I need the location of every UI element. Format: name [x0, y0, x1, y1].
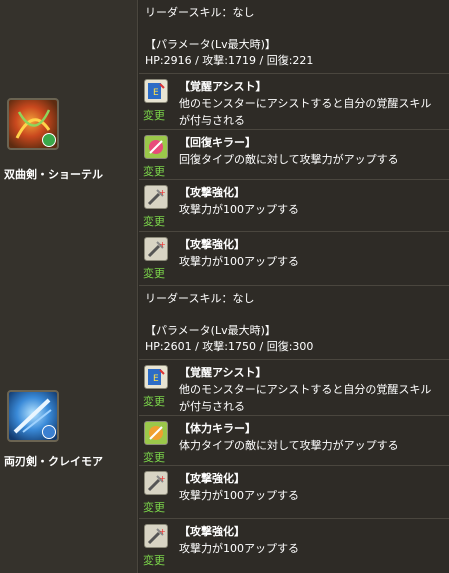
awakening-title: 【攻撃強化】 [179, 525, 245, 538]
svg-text:E: E [153, 88, 159, 98]
awakening-description: 【覚醒アシスト】 他のモンスターにアシストすると自分の覚醒スキル が付与される [179, 364, 431, 415]
awakening-description: 【回復キラー】 回復タイプの敵に対して攻撃力がアップする [179, 134, 399, 168]
change-button[interactable]: 変更 [143, 449, 165, 465]
change-button[interactable]: 変更 [143, 163, 165, 179]
change-button[interactable]: 変更 [143, 552, 165, 568]
water-attribute-icon [42, 425, 56, 439]
awakening-title: 【回復キラー】 [179, 136, 256, 149]
awakening-description: 【攻撃強化】 攻撃力が100アップする [179, 236, 299, 270]
awakening-title: 【攻撃強化】 [179, 238, 245, 251]
awakening-desc-text: 回復タイプの敵に対して攻撃力がアップする [179, 153, 399, 166]
awakening-row: + 変更 【攻撃強化】 攻撃力が100アップする [139, 466, 449, 519]
change-button[interactable]: 変更 [143, 265, 165, 281]
attack-boost-icon: + [144, 185, 168, 209]
awakening-row: E 変更 【覚醒アシスト】 他のモンスターにアシストすると自分の覚醒スキル が付… [139, 360, 449, 416]
params-values: HP:2601 / 攻撃:1750 / 回復:300 [145, 340, 314, 353]
awakening-desc-text: 他のモンスターにアシストすると自分の覚醒スキル が付与される [179, 97, 432, 127]
svg-text:+: + [159, 474, 166, 483]
change-button[interactable]: 変更 [143, 393, 165, 409]
awakening-title: 【覚醒アシスト】 [179, 366, 267, 379]
change-button[interactable]: 変更 [143, 107, 165, 123]
attack-boost-icon: + [144, 237, 168, 261]
awakening-description: 【体力キラー】 体力タイプの敵に対して攻撃力がアップする [179, 420, 399, 454]
awaken-assist-icon: E [144, 79, 168, 103]
change-button[interactable]: 変更 [143, 499, 165, 515]
awakening-desc-text: 攻撃力が100アップする [179, 203, 299, 216]
awakening-description: 【攻撃強化】 攻撃力が100アップする [179, 470, 299, 504]
awakening-row: + 変更 【攻撃強化】 攻撃力が100アップする [139, 232, 449, 286]
parameter-cell: リーダースキル：なし 【パラメータ(Lv最大時)】 HP:2916 / 攻撃:1… [139, 0, 449, 74]
monster-name: 双曲剣・ショーテル [4, 168, 103, 181]
change-button[interactable]: 変更 [143, 213, 165, 229]
svg-text:+: + [159, 188, 166, 197]
awakening-desc-text: 攻撃力が100アップする [179, 542, 299, 555]
monster-block: 両刃剣・クレイモア リーダースキル：なし 【パラメータ(Lv最大時)】 HP:2… [0, 286, 449, 573]
params-header: 【パラメータ(Lv最大時)】 [145, 38, 276, 51]
awakening-title: 【攻撃強化】 [179, 472, 245, 485]
awakening-table: 双曲剣・ショーテル リーダースキル：なし 【パラメータ(Lv最大時)】 HP:2… [0, 0, 449, 573]
awakening-title: 【体力キラー】 [179, 422, 256, 435]
monster-block: 双曲剣・ショーテル リーダースキル：なし 【パラメータ(Lv最大時)】 HP:2… [0, 0, 449, 286]
awaken-assist-icon: E [144, 365, 168, 389]
awakening-description: 【攻撃強化】 攻撃力が100アップする [179, 184, 299, 218]
recover-killer-icon [144, 135, 168, 159]
monster-portrait-icon[interactable] [7, 98, 59, 150]
awakening-row: 変更 【回復キラー】 回復タイプの敵に対して攻撃力がアップする [139, 130, 449, 180]
wood-attribute-icon [42, 133, 56, 147]
awakening-row: + 変更 【攻撃強化】 攻撃力が100アップする [139, 180, 449, 232]
parameter-cell: リーダースキル：なし 【パラメータ(Lv最大時)】 HP:2601 / 攻撃:1… [139, 286, 449, 360]
awakening-desc-text: 攻撃力が100アップする [179, 255, 299, 268]
awakening-desc-text: 体力タイプの敵に対して攻撃力がアップする [179, 439, 399, 452]
params-header: 【パラメータ(Lv最大時)】 [145, 324, 276, 337]
attack-boost-icon: + [144, 524, 168, 548]
leader-skill-text: リーダースキル：なし [145, 292, 255, 305]
monster-name: 両刃剣・クレイモア [4, 455, 103, 468]
health-killer-icon [144, 421, 168, 445]
awakening-title: 【攻撃強化】 [179, 186, 245, 199]
awakening-desc-text: 攻撃力が100アップする [179, 489, 299, 502]
monster-column: 両刃剣・クレイモア [0, 286, 138, 573]
awakening-desc-text: 他のモンスターにアシストすると自分の覚醒スキル が付与される [179, 383, 432, 413]
svg-text:E: E [153, 374, 159, 384]
awakening-row: + 変更 【攻撃強化】 攻撃力が100アップする [139, 519, 449, 573]
awakening-row: 変更 【体力キラー】 体力タイプの敵に対して攻撃力がアップする [139, 416, 449, 466]
leader-skill-text: リーダースキル：なし [145, 6, 255, 19]
awakening-title: 【覚醒アシスト】 [179, 80, 267, 93]
awakening-description: 【覚醒アシスト】 他のモンスターにアシストすると自分の覚醒スキル が付与される [179, 78, 431, 129]
attack-boost-icon: + [144, 471, 168, 495]
svg-text:+: + [159, 527, 166, 536]
svg-text:+: + [159, 240, 166, 249]
awakening-description: 【攻撃強化】 攻撃力が100アップする [179, 523, 299, 557]
monster-portrait-icon[interactable] [7, 390, 59, 442]
awakening-row: E 変更 【覚醒アシスト】 他のモンスターにアシストすると自分の覚醒スキル が付… [139, 74, 449, 130]
params-values: HP:2916 / 攻撃:1719 / 回復:221 [145, 54, 314, 67]
monster-column: 双曲剣・ショーテル [0, 0, 138, 286]
